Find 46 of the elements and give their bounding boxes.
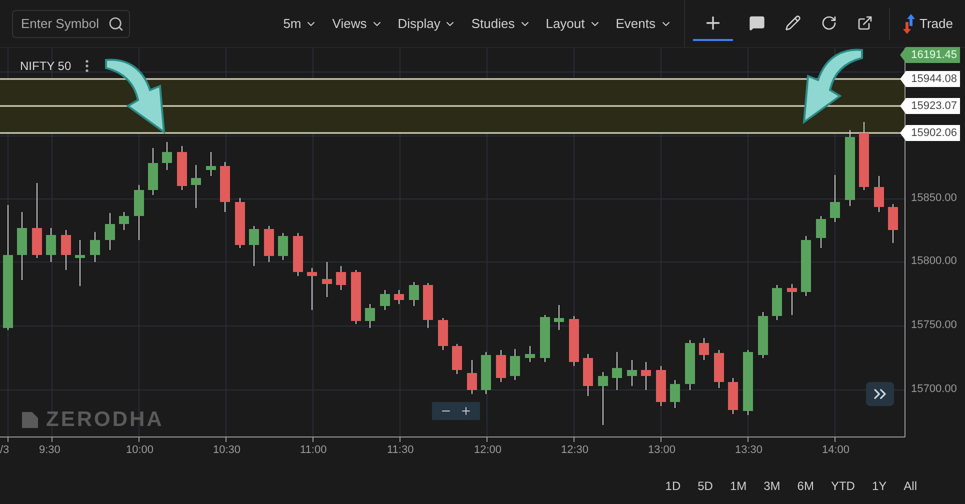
- logo-icon: [22, 412, 38, 428]
- range-button[interactable]: 1D: [665, 477, 681, 495]
- last-price-tag: 16191.45: [900, 47, 960, 63]
- price-axis-label: 15800.00: [911, 256, 957, 267]
- time-axis-label: 13:00: [648, 445, 676, 456]
- symbol-label: NIFTY 50: [20, 58, 72, 75]
- range-button[interactable]: 1M: [730, 477, 747, 495]
- price-level-tag: 15923.07: [900, 98, 960, 114]
- pencil-icon: [784, 14, 801, 30]
- zoom-in-icon[interactable]: [460, 405, 472, 417]
- scroll-to-latest-button[interactable]: [866, 382, 894, 406]
- watermark-logo-text: ZERODHA: [46, 407, 164, 433]
- time-axis-label: 12:30: [561, 445, 589, 456]
- price-level-tag: 15902.06: [900, 125, 960, 141]
- refresh-icon: [820, 14, 837, 30]
- range-button[interactable]: YTD: [830, 477, 855, 495]
- time-axis-label: 10:00: [126, 445, 154, 456]
- time-axis-label: 11:30: [387, 445, 414, 456]
- range-button[interactable]: All: [904, 477, 917, 495]
- price-axis-label: 15850.00: [911, 193, 957, 204]
- menu-dropdown[interactable]: Events: [616, 14, 672, 34]
- menu-dropdown[interactable]: 5m: [283, 14, 318, 34]
- time-axis-label: /3: [0, 445, 10, 456]
- time-axis-label: 9:30: [39, 445, 60, 456]
- time-axis-label: 14:00: [822, 445, 850, 456]
- range-button[interactable]: 1Y: [872, 477, 887, 495]
- price-axis-label: 15700.00: [911, 384, 957, 395]
- external-link-icon: [856, 14, 873, 30]
- time-axis-label: 10:30: [213, 445, 241, 456]
- menu-dropdown[interactable]: Layout: [546, 14, 601, 34]
- range-button[interactable]: 3M: [764, 477, 780, 495]
- trade-button[interactable]: Trade: [888, 8, 953, 40]
- comment-icon: [748, 14, 765, 30]
- range-button[interactable]: 5D: [698, 477, 713, 495]
- up-down-arrows-icon: [902, 12, 916, 34]
- price-level-tag: 15944.08: [900, 71, 960, 87]
- price-axis-label: 15750.00: [911, 320, 957, 331]
- time-axis-label: 11:00: [300, 445, 327, 456]
- search-field[interactable]: Enter Symbol: [12, 10, 130, 38]
- search-icon: [108, 16, 124, 32]
- menu-dropdown[interactable]: Views: [332, 14, 383, 34]
- time-axis-label: 12:00: [474, 445, 502, 456]
- menu-dropdown[interactable]: Studies: [471, 14, 531, 34]
- time-axis-label: 13:30: [735, 445, 763, 456]
- menu-dropdown[interactable]: Display: [398, 14, 456, 34]
- range-button[interactable]: 6M: [797, 477, 814, 495]
